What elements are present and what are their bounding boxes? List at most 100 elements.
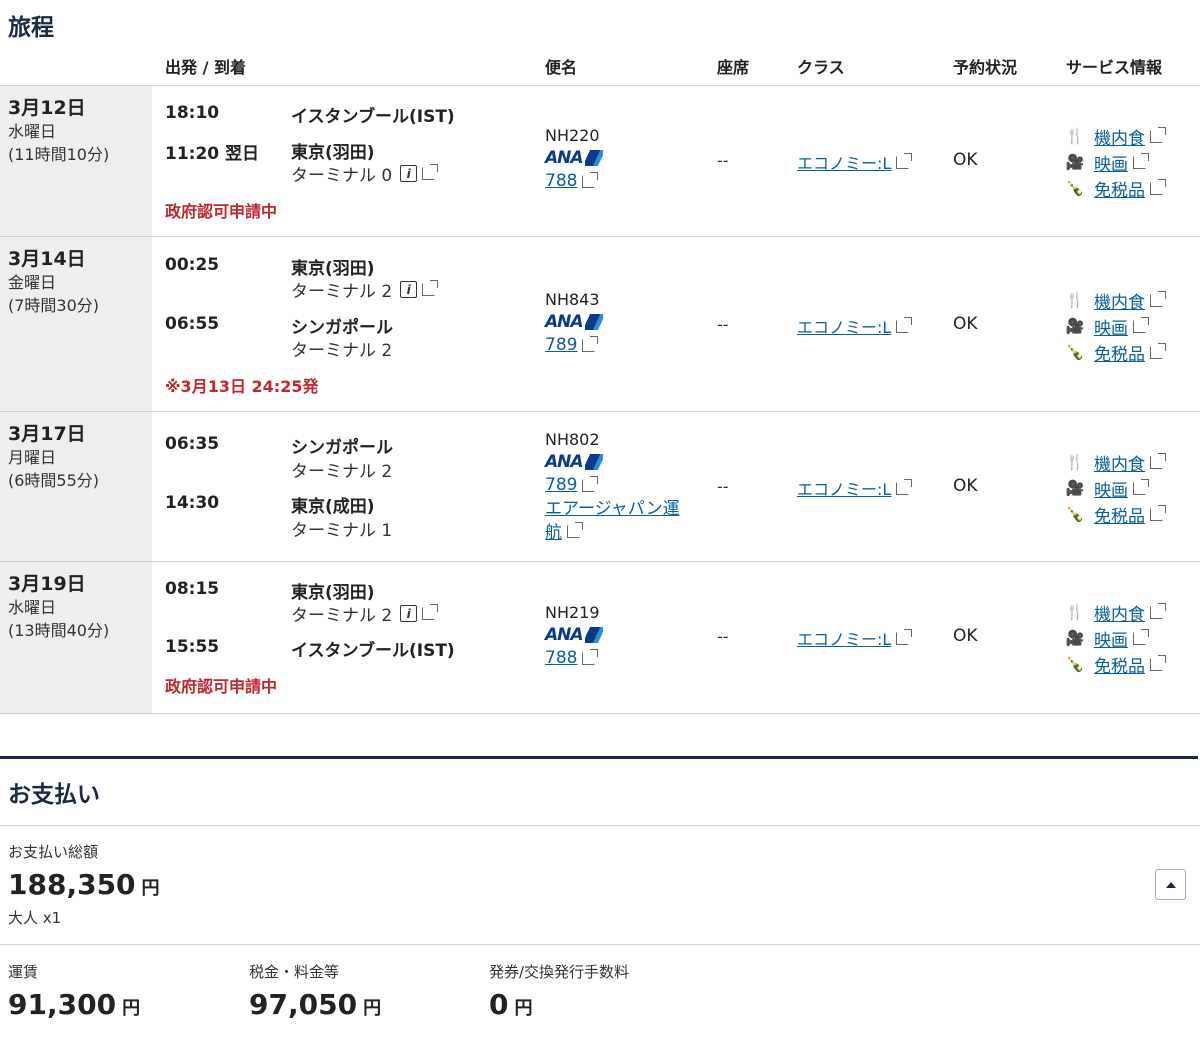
arrival-airport: イスタンブール(IST) [291,641,455,661]
arrival-time: 14:30 [165,493,220,513]
flight-number: NH220 [545,126,600,145]
aircraft-type-link[interactable]: 788 [545,646,577,670]
external-link-icon[interactable] [1133,628,1149,645]
segment-weekday: 水曜日 [8,122,57,141]
currency-label: 円 [363,998,382,1019]
external-link-icon[interactable] [567,522,583,538]
header-flight: 便名 [545,58,578,77]
departure-time: 18:10 [165,103,220,123]
aircraft-type-link[interactable]: 789 [545,473,577,497]
external-link-icon[interactable] [1133,152,1149,169]
arrival-terminal: ターミナル 1 [291,516,392,541]
service-dutyfree-link[interactable]: 免税品 [1094,502,1145,527]
booking-status: OK [953,476,978,496]
fare-class-link[interactable]: エコノミー:L [797,476,891,500]
fare-class-link[interactable]: エコノミー:L [797,150,891,174]
flight-number: NH843 [545,290,600,309]
header-depart-arrive: 出発 / 到着 [165,58,246,77]
departure-terminal-label: ターミナル 2 [291,282,393,302]
seat-value: -- [717,151,729,170]
external-link-icon[interactable] [1150,602,1166,619]
fare-amount: 91,300 円 [8,988,140,1021]
aircraft-type-link[interactable]: 788 [545,169,577,193]
ana-logo: ANA [545,624,695,646]
departure-terminal: ターミナル 2 [291,457,392,482]
external-link-icon[interactable] [1150,126,1166,143]
external-link-icon[interactable] [896,316,913,333]
segment-note: 政府認可申請中 [165,677,278,696]
fare-class-link[interactable]: エコノミー:L [797,314,891,338]
currency-label: 円 [514,998,533,1019]
external-link-icon[interactable] [896,628,913,645]
external-link-icon[interactable] [582,171,599,188]
service-meal-link[interactable]: 機内食 [1094,124,1145,149]
payment-divider [0,756,1198,759]
info-icon[interactable]: i [400,281,418,298]
departure-airport: 東京(羽田) [291,259,375,279]
external-link-icon[interactable] [1150,452,1166,469]
operator-link[interactable]: エアージャパン運航 [545,499,680,543]
external-link-icon[interactable] [1150,290,1166,307]
service-movie-link[interactable]: 映画 [1094,626,1128,651]
arrival-airport: 東京(成田) [291,497,375,517]
external-link-icon[interactable] [1150,342,1166,359]
external-link-icon[interactable] [1133,478,1149,495]
service-movie-link[interactable]: 映画 [1094,314,1128,339]
segment-date-cell: 3月19日 水曜日 (13時間40分) [0,562,152,713]
segment-duration: (13時間40分) [8,621,110,640]
segment-date: 3月12日 [8,97,86,119]
departure-airport: シンガポール [291,438,393,458]
segment-date: 3月17日 [8,423,86,445]
external-link-icon[interactable] [1150,504,1166,521]
booking-status: OK [953,626,978,646]
arrival-terminal: ターミナル 2 [291,336,392,361]
departure-terminal: ターミナル 2 i [291,277,439,302]
info-icon[interactable]: i [400,165,418,182]
aircraft-type-link[interactable]: 789 [545,333,577,357]
bottles-icon: 🍾 [1065,505,1085,523]
currency-label: 円 [122,998,141,1019]
booking-status: OK [953,314,978,334]
tax-label: 税金・料金等 [249,963,340,981]
departure-time: 00:25 [165,255,220,275]
segment-weekday: 金曜日 [8,273,57,292]
external-link-icon[interactable] [1150,654,1166,671]
service-meal-link[interactable]: 機内食 [1094,600,1145,625]
external-link-icon[interactable] [582,475,599,492]
external-link-icon[interactable] [422,604,439,620]
external-link-icon[interactable] [422,280,439,296]
external-link-icon[interactable] [896,152,913,169]
class-cell: エコノミー:L [797,150,913,174]
external-link-icon[interactable] [896,478,913,495]
ana-logo: ANA [545,311,695,333]
class-cell: エコノミー:L [797,314,913,338]
bottles-icon: 🍾 [1065,655,1085,673]
external-link-icon[interactable] [422,164,439,180]
service-movie-link[interactable]: 映画 [1094,476,1128,501]
service-meal-link[interactable]: 機内食 [1094,450,1145,475]
external-link-icon[interactable] [582,335,599,352]
service-movie-link[interactable]: 映画 [1094,150,1128,175]
segment-duration: (11時間10分) [8,145,110,164]
external-link-icon[interactable] [582,648,599,665]
departure-terminal-label: ターミナル 2 [291,462,393,482]
fare-class-link[interactable]: エコノミー:L [797,626,891,650]
segment-duration: (7時間30分) [8,296,100,315]
film-camera-icon: 🎥 [1065,153,1085,171]
segment-date-cell: 3月17日 月曜日 (6時間55分) [0,412,152,561]
collapse-button[interactable] [1155,869,1186,900]
service-meal-link[interactable]: 機内食 [1094,288,1145,313]
flight-info: NH843 ANA 789 [545,289,695,357]
info-icon[interactable]: i [400,605,418,622]
fork-knife-icon: 🍴 [1065,291,1085,309]
fork-knife-icon: 🍴 [1065,127,1085,145]
seat-value: -- [717,315,729,334]
flight-info: NH220 ANA 788 [545,125,695,193]
service-dutyfree-link[interactable]: 免税品 [1094,176,1145,201]
total-label: お支払い総額 [8,843,99,861]
external-link-icon[interactable] [1150,178,1166,195]
ana-logo: ANA [545,451,695,473]
external-link-icon[interactable] [1133,316,1149,333]
service-dutyfree-link[interactable]: 免税品 [1094,652,1145,677]
service-dutyfree-link[interactable]: 免税品 [1094,340,1145,365]
